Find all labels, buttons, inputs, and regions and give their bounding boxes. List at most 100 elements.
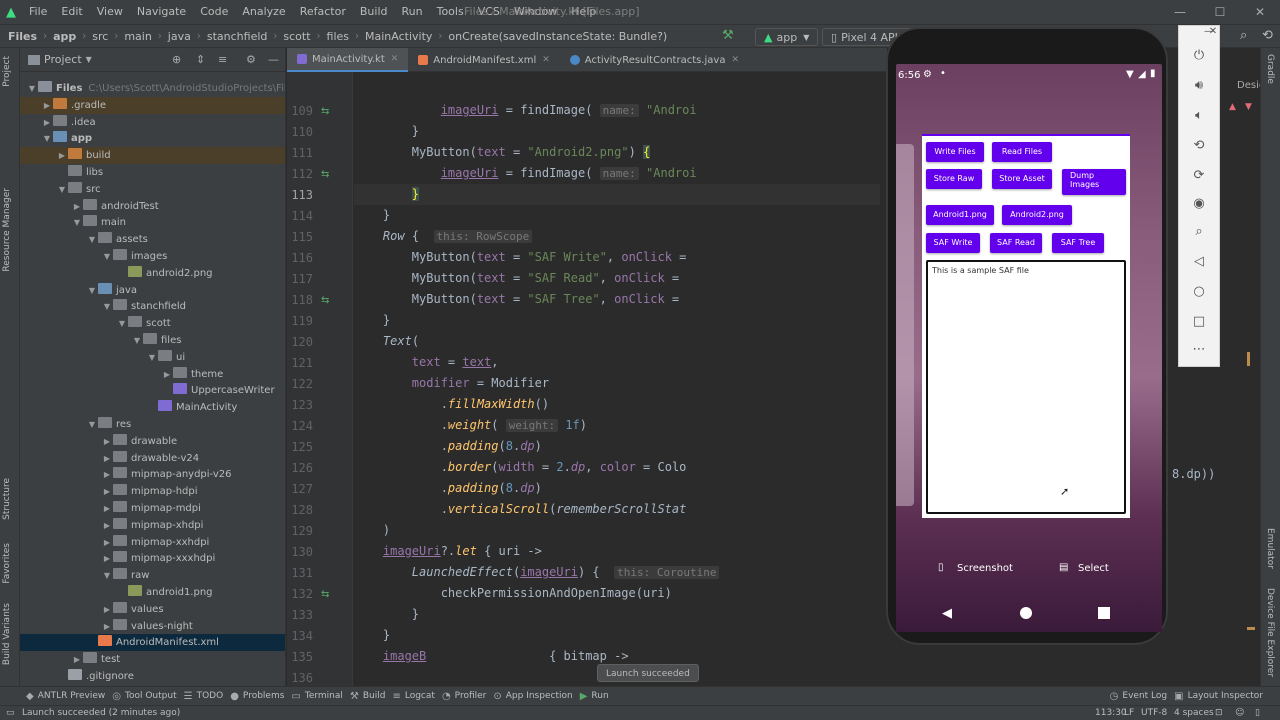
problems-tab[interactable]: ● Problems (230, 691, 291, 702)
tree-item[interactable]: android1.png (20, 584, 285, 601)
more-icon[interactable]: ⋯ (1179, 342, 1219, 357)
line-number[interactable]: 120 (287, 335, 313, 349)
overview-icon[interactable] (1098, 607, 1110, 619)
event-log-tab[interactable]: ◷ Event Log (1110, 691, 1174, 702)
android1-button[interactable]: Android1.png (926, 205, 994, 225)
compose-preview-gutter-icon[interactable]: ⇆ (321, 169, 329, 180)
memory-icon[interactable]: ▯ (1255, 706, 1260, 720)
write-files-button[interactable]: Write Files (926, 142, 984, 162)
android2-button[interactable]: Android2.png (1002, 205, 1072, 225)
tree-item[interactable]: ▶ .idea (20, 114, 285, 131)
menu-code[interactable]: Code (193, 0, 235, 24)
line-number[interactable]: 123 (287, 398, 313, 412)
menu-run[interactable]: Run (395, 0, 430, 24)
gear-icon[interactable]: ⚙ (246, 53, 256, 66)
terminal-tab[interactable]: ▭ Terminal (291, 691, 350, 702)
breadcrumb-stanchfield[interactable]: stanchfield (207, 30, 268, 43)
chevron-right-icon[interactable]: ▶ (56, 147, 68, 164)
menu-file[interactable]: File (22, 0, 54, 24)
chevron-down-icon[interactable]: ▼ (101, 248, 113, 265)
collapse-all-icon[interactable]: ⇕ (196, 53, 205, 66)
chevron-right-icon[interactable]: ▶ (161, 366, 173, 383)
tree-item[interactable]: libs (20, 164, 285, 181)
breadcrumb-java[interactable]: java (168, 30, 191, 43)
hide-panel-icon[interactable]: — (268, 53, 279, 66)
chevron-right-icon[interactable]: ▶ (101, 550, 113, 567)
chevron-right-icon[interactable]: ▶ (101, 466, 113, 483)
compose-preview-gutter-icon[interactable]: ⇆ (321, 589, 329, 600)
close-icon[interactable]: ✕ (1193, 26, 1233, 37)
camera-icon[interactable]: ◉ (1179, 196, 1219, 211)
lock-icon[interactable]: ⊡ (1215, 706, 1223, 720)
chevron-down-icon[interactable]: ▼ (56, 181, 68, 198)
line-number[interactable]: 122 (287, 377, 313, 391)
tree-item[interactable]: ▼ src (20, 181, 285, 198)
project-panel-title[interactable]: Project (44, 53, 82, 66)
menu-refactor[interactable]: Refactor (293, 0, 353, 24)
tree-item[interactable]: ▶ mipmap-mdpi (20, 500, 285, 517)
tree-item[interactable]: ▼ files (20, 332, 285, 349)
rotate-right-icon[interactable]: ⟳ (1179, 168, 1219, 183)
phone-screen[interactable]: 6:56 ⚙ • ▼ ◢ ▮ Write Files Read Files St… (896, 64, 1162, 632)
chevron-down-icon[interactable]: ▼ (86, 55, 92, 64)
chevron-down-icon[interactable]: ▼ (86, 416, 98, 433)
chevron-right-icon[interactable]: ▶ (101, 601, 113, 618)
chevron-right-icon[interactable]: ▶ (101, 534, 113, 551)
menu-analyze[interactable]: Analyze (235, 0, 292, 24)
tree-item[interactable]: ▶ values-night (20, 618, 285, 635)
breadcrumb-function[interactable]: onCreate(savedInstanceState: Bundle?) (448, 30, 667, 43)
chevron-right-icon[interactable]: ▶ (41, 97, 53, 114)
tree-item[interactable]: ▶ drawable-v24 (20, 450, 285, 467)
chevron-right-icon[interactable]: ▶ (101, 433, 113, 450)
saf-read-button[interactable]: SAF Read (990, 233, 1042, 253)
profiler-tab[interactable]: ◔ Profiler (442, 691, 493, 702)
compose-preview-gutter-icon[interactable]: ⇆ (321, 106, 329, 117)
tree-item[interactable]: ▶ build (20, 147, 285, 165)
menu-edit[interactable]: Edit (54, 0, 89, 24)
line-number[interactable]: 118 (287, 293, 313, 307)
line-number[interactable]: 115 (287, 230, 313, 244)
breadcrumb-files[interactable]: Files (8, 30, 37, 43)
layout-inspector-tab[interactable]: ▣ Layout Inspector (1174, 691, 1270, 702)
search-icon[interactable]: ⌕ (1240, 28, 1247, 43)
store-asset-button[interactable]: Store Asset (992, 169, 1052, 189)
chevron-down-icon[interactable]: ▼ (41, 130, 53, 147)
line-number[interactable]: 114 (287, 209, 313, 223)
tab-mainactivity[interactable]: MainActivity.kt ✕ (287, 48, 409, 72)
breadcrumb-scott[interactable]: scott (283, 30, 310, 43)
maximize-icon[interactable]: ☐ (1200, 0, 1240, 24)
close-tab-icon[interactable]: ✕ (542, 55, 550, 65)
tree-item[interactable]: ▶ mipmap-xxhdpi (20, 534, 285, 551)
expand-all-icon[interactable]: ≡ (218, 53, 227, 66)
tree-item[interactable]: ▶ drawable (20, 433, 285, 450)
line-number[interactable]: 129 (287, 524, 313, 538)
chevron-down-icon[interactable]: ▼ (146, 349, 158, 366)
tool-window-project[interactable]: Project (2, 56, 12, 87)
tree-item[interactable]: ▼ scott (20, 315, 285, 332)
make-project-hammer-icon[interactable]: ⚒ (722, 28, 734, 43)
todo-tab[interactable]: ☰ TODO (184, 691, 231, 702)
close-tab-icon[interactable]: ✕ (391, 54, 399, 64)
line-number[interactable]: 128 (287, 503, 313, 517)
tree-item[interactable]: AndroidManifest.xml (20, 634, 285, 652)
tree-item[interactable]: ▶ androidTest (20, 198, 285, 215)
line-number[interactable]: 111 (287, 146, 313, 160)
line-number[interactable]: 132 (287, 587, 313, 601)
tree-item[interactable]: ▼ main (20, 214, 285, 231)
rotate-left-icon[interactable]: ⟲ (1179, 138, 1219, 153)
store-raw-button[interactable]: Store Raw (926, 169, 982, 189)
line-number[interactable]: 130 (287, 545, 313, 559)
select-button[interactable]: Select (1078, 563, 1109, 574)
line-number[interactable]: 112 (287, 167, 313, 181)
tree-item[interactable]: ▼ images (20, 248, 285, 265)
line-number[interactable]: 119 (287, 314, 313, 328)
locate-icon[interactable]: ⊕ (172, 53, 181, 66)
volume-up-icon[interactable]: 🔊︎ (1179, 78, 1219, 93)
tree-item[interactable]: ▶ theme (20, 366, 285, 383)
line-number[interactable]: 109 (287, 104, 313, 118)
chevron-down-icon[interactable]: ▼ (71, 214, 83, 231)
line-separator[interactable]: LF (1124, 706, 1134, 720)
tool-window-favorites[interactable]: Favorites (2, 543, 12, 584)
tool-window-structure[interactable]: Structure (2, 478, 12, 520)
status-message[interactable]: Launch succeeded (2 minutes ago) (22, 706, 180, 720)
